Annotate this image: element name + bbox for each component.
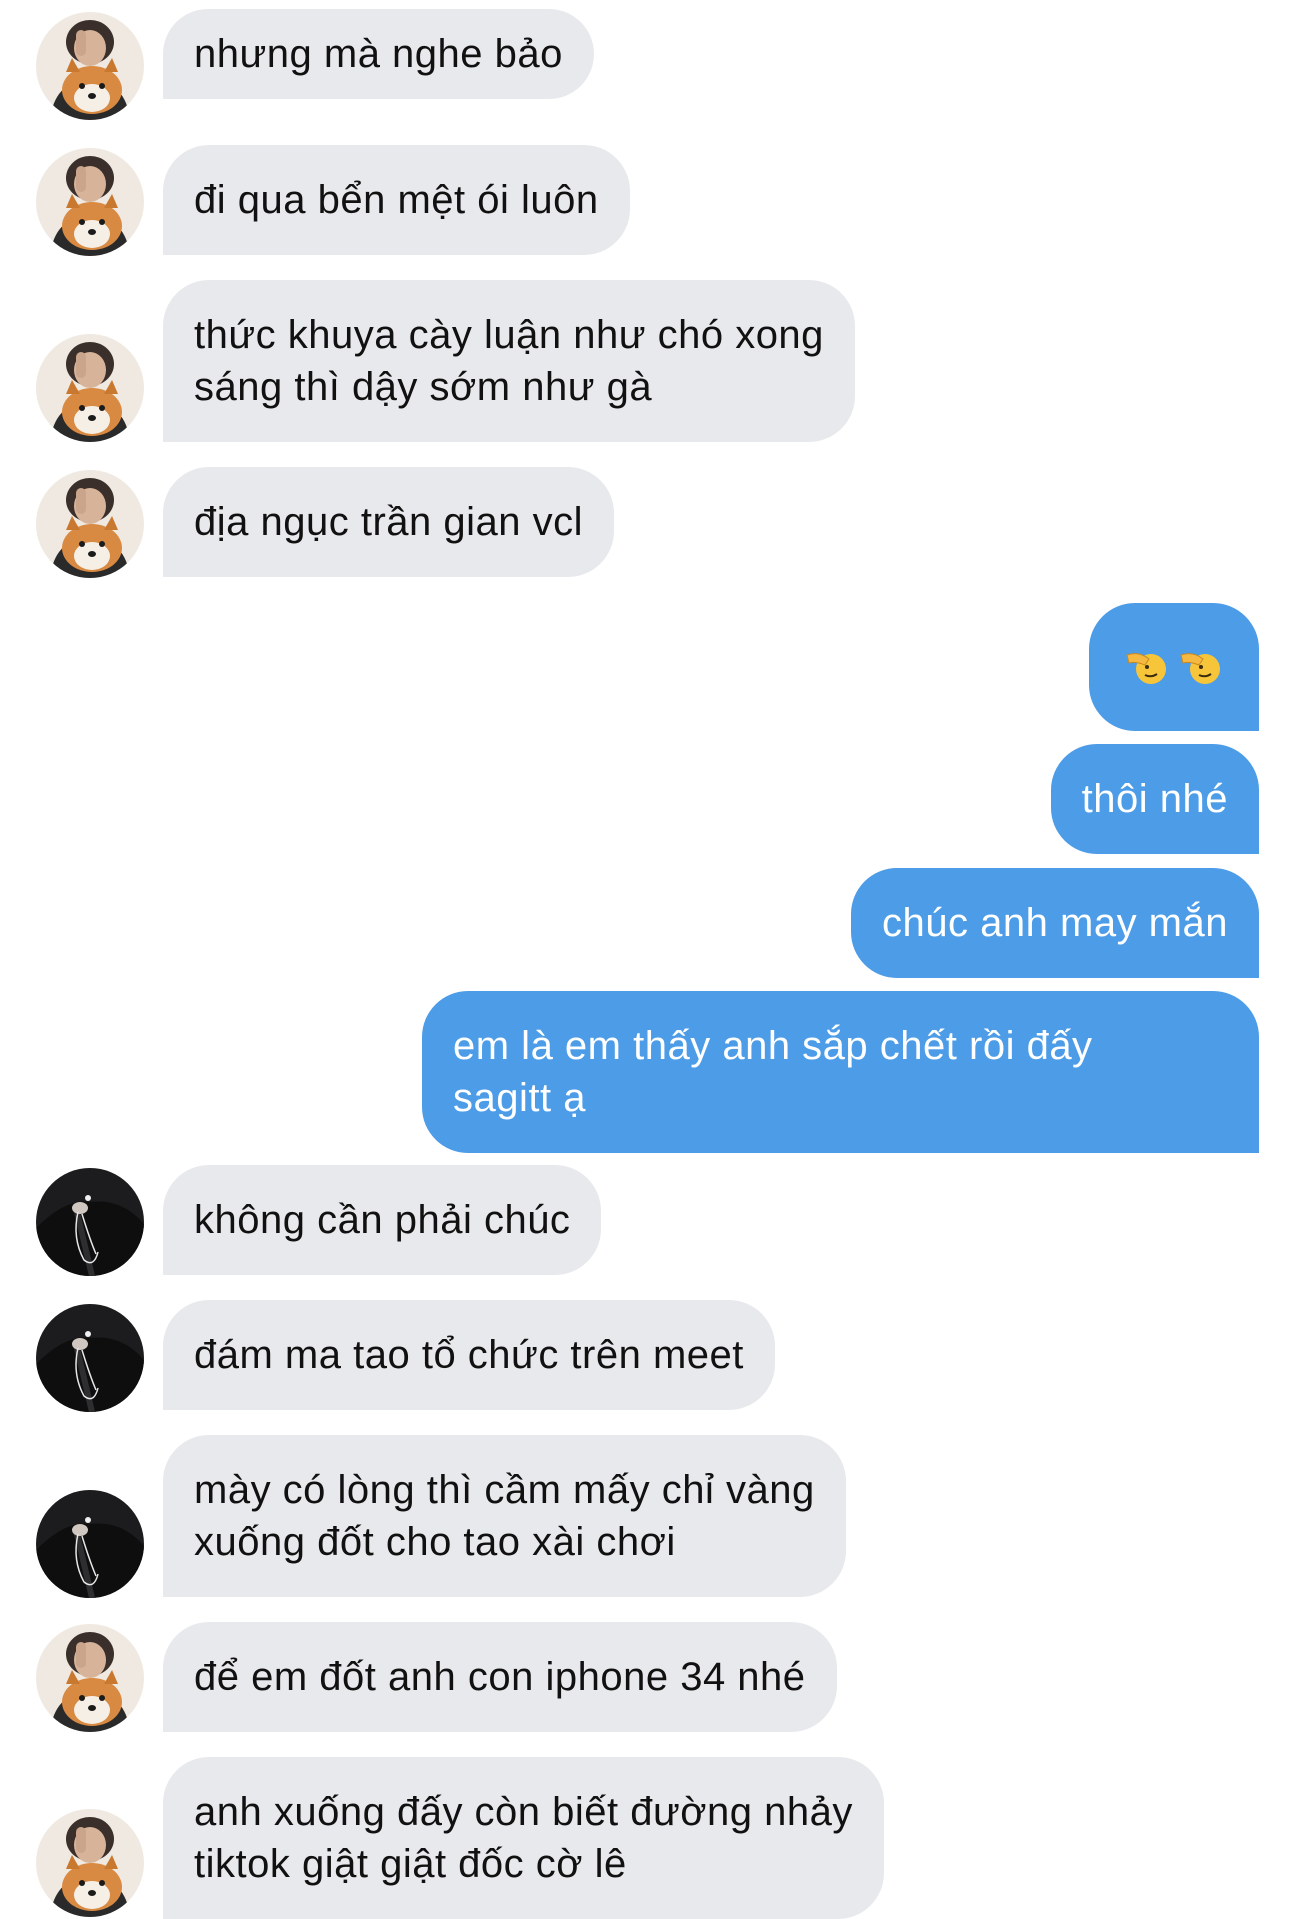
avatar[interactable] [36, 12, 144, 120]
saluting-face-icon [1126, 653, 1166, 684]
message-text: thôi nhé [1081, 777, 1228, 821]
shiba-avatar-icon [36, 1624, 144, 1732]
chat-thread[interactable]: nhưng mà nghe bảo đi qua bển mệt ói luôn… [0, 0, 1290, 1919]
message-bubble-outgoing[interactable]: em là em thấy anh sắp chết rồi đấy sagit… [422, 991, 1259, 1153]
avatar[interactable] [36, 1304, 144, 1412]
shiba-avatar-icon [36, 12, 144, 120]
message-text: không cần phải chúc [194, 1198, 571, 1242]
message-text: đi qua bển mệt ói luôn [194, 178, 599, 222]
emoji-group [1125, 645, 1223, 689]
shiba-avatar-icon [36, 334, 144, 442]
message-text: chúc anh may mắn [882, 901, 1228, 945]
avatar[interactable] [36, 1168, 144, 1276]
saluting-face-icon [1180, 653, 1220, 684]
message-bubble-incoming[interactable]: để em đốt anh con iphone 34 nhé [163, 1622, 837, 1732]
avatar[interactable] [36, 1809, 144, 1917]
message-text: địa ngục trần gian vcl [194, 500, 584, 544]
message-bubble-incoming[interactable]: thức khuya cày luận như chó xong sáng th… [163, 280, 855, 442]
message-text: mày có lòng thì cầm mấy chỉ vàng xuống đ… [194, 1468, 815, 1564]
message-bubble-incoming[interactable]: nhưng mà nghe bảo [163, 9, 594, 99]
message-bubble-incoming[interactable]: mày có lòng thì cầm mấy chỉ vàng xuống đ… [163, 1435, 846, 1597]
message-bubble-incoming[interactable]: không cần phải chúc [163, 1165, 602, 1275]
avatar[interactable] [36, 470, 144, 578]
message-bubble-outgoing[interactable]: chúc anh may mắn [851, 868, 1259, 978]
avatar[interactable] [36, 1490, 144, 1598]
message-bubble-incoming[interactable]: địa ngục trần gian vcl [163, 467, 615, 577]
message-text: anh xuống đấy còn biết đường nhảy tiktok… [194, 1790, 853, 1886]
message-bubble-incoming[interactable]: anh xuống đấy còn biết đường nhảy tiktok… [163, 1757, 884, 1919]
shiba-avatar-icon [36, 148, 144, 256]
message-text: đám ma tao tổ chức trên meet [194, 1333, 744, 1377]
message-bubble-outgoing[interactable] [1089, 603, 1259, 731]
message-bubble-incoming[interactable]: đi qua bển mệt ói luôn [163, 145, 630, 255]
message-text: em là em thấy anh sắp chết rồi đấy sagit… [453, 1024, 1093, 1120]
message-text: nhưng mà nghe bảo [194, 32, 563, 76]
dark-jacket-avatar-icon [36, 1304, 144, 1412]
avatar[interactable] [36, 148, 144, 256]
avatar[interactable] [36, 1624, 144, 1732]
message-text: để em đốt anh con iphone 34 nhé [194, 1655, 806, 1699]
shiba-avatar-icon [36, 1809, 144, 1917]
message-text: thức khuya cày luận như chó xong sáng th… [194, 313, 824, 409]
message-bubble-outgoing[interactable]: thôi nhé [1050, 744, 1259, 854]
shiba-avatar-icon [36, 470, 144, 578]
dark-jacket-avatar-icon [36, 1168, 144, 1276]
dark-jacket-avatar-icon [36, 1490, 144, 1598]
avatar[interactable] [36, 334, 144, 442]
message-bubble-incoming[interactable]: đám ma tao tổ chức trên meet [163, 1300, 775, 1410]
